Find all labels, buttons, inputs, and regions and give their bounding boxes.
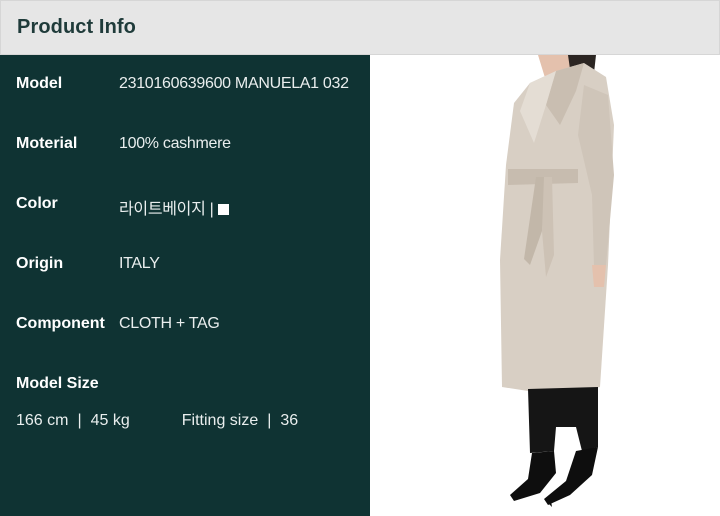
separator: | bbox=[77, 412, 82, 429]
product-info-page: Product Info Model 2310160639600 MANUELA… bbox=[0, 0, 720, 516]
color-swatch bbox=[217, 204, 229, 215]
separator: | bbox=[267, 412, 272, 429]
info-row-color: Color 라이트베이지 | bbox=[0, 195, 370, 219]
color-name: 라이트베이지 | bbox=[119, 201, 214, 218]
model-size-line: 166 cm | 45 kg Fitting size | 36 bbox=[16, 412, 298, 430]
info-value: 2310160639600 MANUELA1 032 bbox=[119, 75, 349, 92]
info-row-model: Model 2310160639600 MANUELA1 032 bbox=[0, 75, 370, 99]
info-label: Model bbox=[16, 75, 63, 92]
model-size-label: Model Size bbox=[16, 375, 99, 392]
info-panel: Model 2310160639600 MANUELA1 032 Moteria… bbox=[0, 55, 370, 516]
model-height: 166 cm bbox=[16, 412, 69, 429]
info-value: CLOTH + TAG bbox=[119, 315, 220, 332]
info-label: Origin bbox=[16, 255, 64, 272]
info-value: 100% cashmere bbox=[119, 135, 231, 152]
model-photo-illustration bbox=[500, 55, 614, 507]
info-row-model-size: Model Size bbox=[0, 375, 370, 399]
info-label: Moterial bbox=[16, 135, 78, 152]
info-value: ITALY bbox=[119, 255, 160, 272]
page-title: Product Info bbox=[17, 16, 136, 38]
fitting-size-value: 36 bbox=[280, 412, 299, 429]
info-value-color: 라이트베이지 | bbox=[119, 195, 229, 219]
info-label: Component bbox=[16, 315, 105, 332]
info-row-component: Component CLOTH + TAG bbox=[0, 315, 370, 339]
info-row-origin: Origin ITALY bbox=[0, 255, 370, 279]
info-label: Color bbox=[16, 195, 58, 212]
model-photo bbox=[370, 55, 720, 516]
info-row-material: Moterial 100% cashmere bbox=[0, 135, 370, 159]
fitting-size-label: Fitting size bbox=[181, 412, 259, 429]
model-weight: 45 kg bbox=[90, 412, 130, 429]
header-bar: Product Info bbox=[0, 0, 720, 55]
